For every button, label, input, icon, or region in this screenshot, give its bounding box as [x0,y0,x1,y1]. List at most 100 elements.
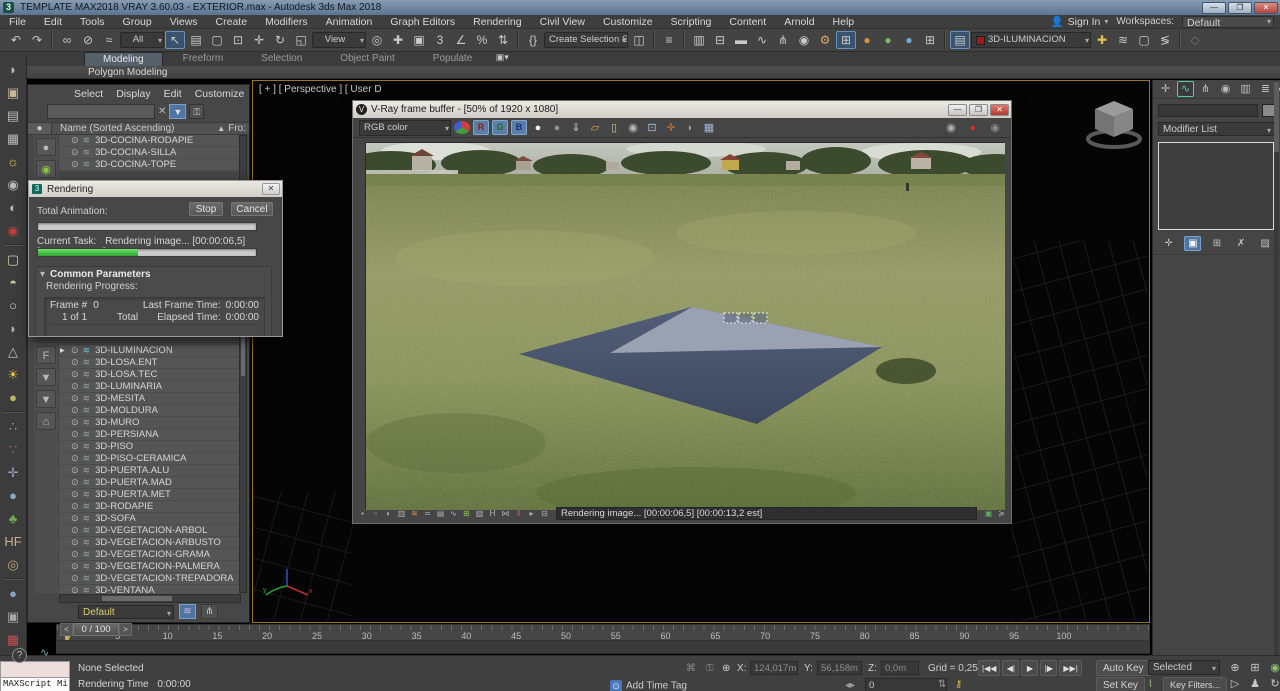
tab-display[interactable]: ▥ [1237,81,1254,97]
vfb-tool-icon[interactable]: ▤ [435,508,446,519]
unlink-selection-icon[interactable]: ⊘ [78,31,98,49]
make-unique-icon[interactable]: ⊞ [1208,236,1225,251]
color-clamp-icon[interactable]: ▣ [983,508,994,519]
pin-stack-icon[interactable]: ✛ [1160,236,1177,251]
menu-item[interactable]: Views [161,16,207,28]
ribbon-tab[interactable]: Freeform [165,52,242,66]
timeline-ruler[interactable]: 0510152025303540455055606570758085909510… [56,624,1150,641]
vfb-close-button[interactable]: ✕ [990,104,1009,116]
redo-icon[interactable]: ↷ [27,31,47,49]
toggle-ribbon-icon[interactable]: ▬ [731,31,751,49]
select-and-manipulate-icon[interactable]: ✚ [388,31,408,49]
cone-primitive-icon[interactable]: △ [1,340,25,363]
absolute-mode-icon[interactable]: ⊕ [722,663,730,674]
list-tool-icon[interactable]: ▤ [1,104,25,127]
add-time-tag[interactable]: ⊙Add Time Tag [610,680,687,691]
listener-pane[interactable]: MAXScript Mi [0,678,70,691]
set-current-layer-icon[interactable]: ≶ [1155,31,1175,49]
minimize-button[interactable]: — [1202,2,1226,14]
explorer-menu-item[interactable]: Select [74,88,103,100]
region-render-icon[interactable]: ▦ [701,120,717,136]
rollout-title[interactable]: Common Parameters [36,267,271,281]
grass-icon[interactable]: ♣ [1,507,25,530]
z-coordinate-field[interactable]: 0,0m [881,661,919,675]
maxscript-mini-listener[interactable]: MAXScript Mi [0,661,70,691]
name-column-header[interactable]: Name (Sorted Ascending) [52,123,175,134]
frame-counter[interactable]: 0 / 100 [73,623,119,636]
frozen-column-header[interactable]: Fro: [225,123,249,134]
previous-frame-arrow[interactable]: < [60,623,73,636]
menu-item[interactable]: Civil View [531,16,594,28]
select-object-icon[interactable]: ↖ [165,31,185,49]
vfb-tool-icon[interactable]: ‖ [513,508,524,519]
rock-icon[interactable]: ● [1,484,25,507]
duplicate-buffer-icon[interactable]: ⊡ [644,120,660,136]
toggle-layer-explorer-icon[interactable]: ⊟ [710,31,730,49]
workspaces-dropdown[interactable]: Default [1182,16,1274,28]
green-channel-button[interactable]: G [492,120,508,135]
select-and-rotate-icon[interactable]: ↻ [270,31,290,49]
play-button[interactable]: ▶ [1021,660,1038,676]
menu-item[interactable]: Modifiers [256,16,317,28]
sign-in-button[interactable]: 👤Sign In▾ [1051,15,1109,28]
vfb-title-bar[interactable]: V V-Ray frame buffer - [50% of 1920 x 10… [353,101,1011,118]
hierarchy-mode-button[interactable]: ⋔ [201,604,218,619]
select-and-link-icon[interactable]: ∞ [57,31,77,49]
mirror-icon[interactable]: ◫ [629,31,649,49]
selection-set-dropdown[interactable]: Selected [1148,660,1220,675]
new-key-mode-icon[interactable]: ⌇ [1148,679,1153,690]
channel-dropdown[interactable]: RGB color [359,120,451,136]
alpha-button[interactable]: ● [549,120,565,136]
vfb-restore-button[interactable]: ❐ [969,104,988,116]
spreadsheet-tool-icon[interactable]: ▦ [1,127,25,150]
menu-item[interactable]: Tools [71,16,114,28]
vfb-tool-icon[interactable]: H [487,508,498,519]
time-slider[interactable]: < 0 / 100 > [60,623,132,636]
create-new-layer-icon[interactable]: ✚ [1092,31,1112,49]
display-geometry-icon[interactable]: ◉ [36,160,56,178]
modifier-list-dropdown[interactable]: Modifier List [1158,122,1275,136]
ribbon-tab[interactable]: Selection [243,52,320,66]
isolate-selection-icon[interactable]: ◇ [1185,31,1205,49]
frame-spinner-icon[interactable]: ⇅ [938,679,946,690]
clear-search-icon[interactable]: ✕ [158,106,166,117]
vfb-tool-icon[interactable]: ▪ [357,508,368,519]
shading-tool-icon[interactable]: ◐ [1,196,25,219]
reference-coordinate-system-dropdown[interactable]: View [312,32,366,48]
render-last-teapot-icon[interactable]: ◗ [682,120,698,136]
go-to-start-button[interactable]: |◀◀ [978,660,1000,676]
snaps-toggle-icon[interactable]: 3 [430,31,450,49]
layer-mode-button[interactable]: ≋ [179,604,196,619]
vfb-tool-icon[interactable]: ▸ [526,508,537,519]
remove-modifier-icon[interactable]: ✗ [1233,236,1250,251]
macro-recorder-pane[interactable] [0,661,70,678]
vfb-minimize-button[interactable]: — [948,104,967,116]
vfb-tool-icon[interactable]: ⋈ [500,508,511,519]
sun-icon[interactable]: ☀ [1,363,25,386]
default-layer-dropdown[interactable]: Default [78,605,174,619]
dialog-close-icon[interactable]: ✕ [262,183,280,195]
stop-render-icon[interactable]: ● [965,120,981,136]
explorer-menu-item[interactable]: Edit [164,88,182,100]
zoom-region-icon[interactable]: ▷ [1228,677,1242,691]
tab-utilities[interactable]: ≣ [1257,81,1274,97]
filter-button[interactable]: ▼ [169,104,186,119]
walk-through-icon[interactable]: ♟ [1248,677,1262,691]
video-camera-icon[interactable]: ◉ [1,219,25,242]
ribbon-tab[interactable]: Modeling [84,52,163,66]
rectangular-selection-region-icon[interactable]: ▢ [207,31,227,49]
image-plus-icon[interactable]: ▣ [1,605,25,628]
next-frame-arrow[interactable]: > [119,623,132,636]
align-icon[interactable]: ≡ [659,31,679,49]
next-frame-button[interactable]: |▶ [1040,660,1057,676]
object-name-field[interactable] [1158,104,1258,117]
zoom-icon[interactable]: ⊕ [1228,661,1242,675]
menu-item[interactable]: Arnold [775,16,823,28]
display-none-icon[interactable]: ● [36,138,56,156]
go-to-end-button[interactable]: ▶▶| [1059,660,1081,676]
ribbon-tab[interactable]: Populate [415,52,490,66]
load-image-icon[interactable]: ▱ [587,120,603,136]
red-channel-button[interactable]: R [473,120,489,135]
key-mode-toggle-icon[interactable]: ⚷ [955,679,962,690]
color-corrections-icon[interactable] [454,121,470,134]
